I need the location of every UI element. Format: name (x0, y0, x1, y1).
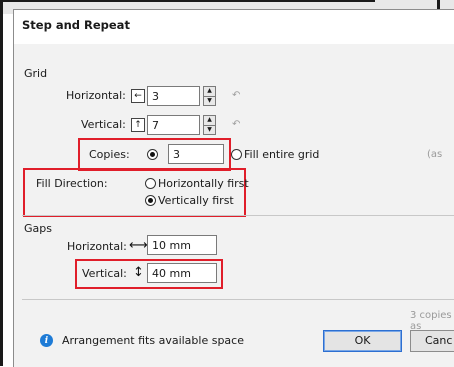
grid-section-label: Grid (24, 67, 48, 80)
gap-vertical-label: Vertical: (82, 267, 127, 280)
grid-vertical-field[interactable]: 7 (147, 115, 200, 135)
vertical-gap-icon: ↕ (133, 265, 144, 280)
footer-divider (22, 299, 454, 300)
ok-button[interactable]: OK (323, 330, 402, 352)
link-icon: ↶ (232, 90, 241, 101)
gap-horizontal-label: Horizontal: (67, 240, 127, 253)
copies-radio[interactable] (147, 149, 158, 160)
link-icon: ↶ (232, 119, 241, 130)
stepper-up-icon[interactable]: ▲ (204, 87, 215, 96)
stepper-down-icon[interactable]: ▼ (204, 124, 215, 135)
fill-direction-highlight (23, 168, 246, 217)
background-window-edge (0, 0, 375, 2)
arrow-left-icon[interactable]: ← (131, 89, 145, 103)
info-icon: i (40, 334, 53, 347)
truncated-hint: (as (427, 149, 443, 160)
grid-horizontal-field[interactable]: 3 (147, 86, 200, 106)
dialog-title: Step and Repeat (22, 18, 130, 32)
grid-vertical-label: Vertical: (81, 118, 126, 131)
gaps-section-label: Gaps (24, 222, 52, 235)
gap-vertical-field[interactable]: 40 mm (147, 263, 217, 283)
stepper-up-icon[interactable]: ▲ (204, 116, 215, 125)
vertically-first-label: Vertically first (158, 194, 234, 207)
arrow-up-icon[interactable]: ↑ (131, 118, 145, 132)
arrangement-status-text: Arrangement fits available space (62, 334, 244, 347)
vertically-first-radio[interactable] (145, 195, 156, 206)
fill-entire-grid-radio[interactable] (231, 149, 242, 160)
copies-field[interactable]: 3 (168, 144, 224, 164)
background-window-edge-left (0, 0, 3, 366)
step-and-repeat-dialog: Step and Repeat Grid Horizontal: ← 3 ▲ ▼… (13, 9, 454, 367)
grid-horizontal-stepper[interactable]: ▲ ▼ (203, 86, 216, 106)
stepper-down-icon[interactable]: ▼ (204, 95, 215, 106)
title-bar: Step and Repeat (14, 10, 454, 44)
grid-vertical-stepper[interactable]: ▲ ▼ (203, 115, 216, 135)
fill-direction-label: Fill Direction: (36, 177, 108, 190)
section-divider (22, 215, 454, 216)
horizontal-gap-icon: ⟷ (129, 238, 148, 253)
copies-summary: 3 copies as (410, 310, 452, 332)
cancel-button[interactable]: Canc (410, 330, 454, 352)
fill-entire-grid-label: Fill entire grid (244, 148, 320, 161)
gap-horizontal-field[interactable]: 10 mm (147, 235, 217, 255)
copies-label: Copies: (89, 148, 130, 161)
grid-horizontal-label: Horizontal: (66, 89, 126, 102)
horizontally-first-radio[interactable] (145, 178, 156, 189)
horizontally-first-label: Horizontally first (158, 177, 249, 190)
